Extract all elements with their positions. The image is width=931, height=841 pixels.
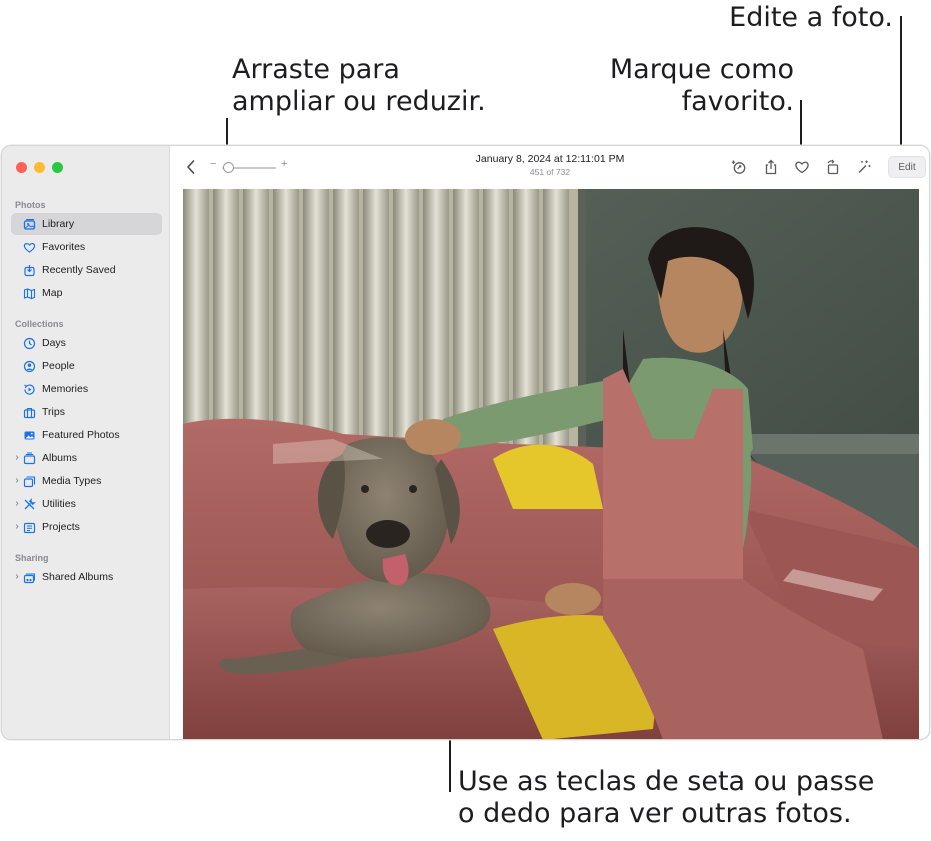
sticker-icon <box>731 160 746 174</box>
sidebar-item-people[interactable]: People <box>11 355 162 377</box>
photo-count: 451 of 732 <box>529 167 571 177</box>
magic-wand-icon <box>858 160 871 173</box>
sidebar-item-media-types[interactable]: › Media Types <box>11 470 162 492</box>
zoom-slider-knob[interactable] <box>223 162 234 173</box>
chevron-right-icon[interactable]: › <box>12 498 22 509</box>
section-label-collections: Collections <box>15 319 64 329</box>
auto-enhance-button[interactable] <box>856 159 872 175</box>
sidebar-item-map[interactable]: Map <box>11 282 162 304</box>
sidebar-item-recently-saved[interactable]: Recently Saved <box>11 259 162 281</box>
sidebar-item-trips[interactable]: Trips <box>11 401 162 423</box>
callout-edit: Edite a foto. <box>729 2 893 33</box>
favorite-button[interactable] <box>794 159 810 175</box>
zoom-window-button[interactable] <box>52 162 63 173</box>
heart-icon <box>23 241 36 254</box>
leader-line-edit <box>900 16 902 154</box>
sidebar-item-albums[interactable]: › Albums <box>11 447 162 469</box>
person-icon <box>23 360 36 373</box>
memories-icon <box>23 383 36 396</box>
back-button[interactable] <box>184 158 198 176</box>
chevron-right-icon[interactable]: › <box>12 452 22 463</box>
sidebar-item-memories[interactable]: Memories <box>11 378 162 400</box>
utilities-icon <box>23 497 36 511</box>
sidebar-item-projects[interactable]: › Projects <box>11 516 162 538</box>
sidebar-item-library[interactable]: Library <box>11 213 162 235</box>
chevron-left-icon <box>187 160 195 174</box>
photo-image <box>183 189 919 739</box>
suitcase-icon <box>23 406 36 419</box>
photo-icon <box>23 429 36 442</box>
sidebar-item-featured-photos[interactable]: Featured Photos <box>11 424 162 446</box>
rotate-button[interactable] <box>825 159 841 175</box>
chevron-right-icon[interactable]: › <box>12 521 22 532</box>
shared-albums-icon <box>23 571 36 584</box>
section-label-photos: Photos <box>15 200 46 210</box>
window-controls <box>16 162 63 173</box>
photo-viewer[interactable] <box>183 189 919 739</box>
share-button[interactable] <box>763 159 779 175</box>
sidebar-item-favorites[interactable]: Favorites <box>11 236 162 258</box>
callout-favorite: Marque como favorito. <box>609 54 794 117</box>
photos-window: Photos Library Favorites Recently Saved … <box>1 145 930 740</box>
recently-saved-icon <box>23 264 36 277</box>
zoom-slider[interactable]: − + <box>208 158 292 175</box>
library-icon <box>23 218 36 231</box>
sidebar-item-shared-albums[interactable]: › Shared Albums <box>11 566 162 588</box>
zoom-out-icon[interactable]: − <box>210 158 216 170</box>
rotate-icon <box>827 159 839 175</box>
section-label-sharing: Sharing <box>15 553 49 563</box>
toolbar: − + January 8, 2024 at 12:11:01 PM 451 o… <box>170 146 929 188</box>
sidebar-item-utilities[interactable]: › Utilities <box>11 493 162 515</box>
sticker-button[interactable] <box>731 159 747 175</box>
clock-icon <box>23 337 36 350</box>
zoom-in-icon[interactable]: + <box>281 158 287 170</box>
photo-date: January 8, 2024 at 12:11:01 PM <box>475 153 625 165</box>
projects-icon <box>23 521 36 534</box>
sidebar-item-days[interactable]: Days <box>11 332 162 354</box>
photo-info: January 8, 2024 at 12:11:01 PM 451 of 73… <box>450 153 650 177</box>
callout-zoom: Arraste para ampliar ou reduzir. <box>232 54 486 117</box>
heart-icon <box>795 161 809 174</box>
chevron-right-icon[interactable]: › <box>12 571 22 582</box>
minimize-window-button[interactable] <box>34 162 45 173</box>
media-types-icon <box>23 475 36 488</box>
albums-icon <box>23 452 36 465</box>
chevron-right-icon[interactable]: › <box>12 475 22 486</box>
map-icon <box>23 287 36 300</box>
edit-button[interactable]: Edit <box>888 156 926 178</box>
sidebar: Photos Library Favorites Recently Saved … <box>2 146 170 739</box>
callout-arrows: Use as teclas de seta ou passe o dedo pa… <box>458 766 875 829</box>
share-icon <box>765 159 777 175</box>
close-window-button[interactable] <box>16 162 27 173</box>
